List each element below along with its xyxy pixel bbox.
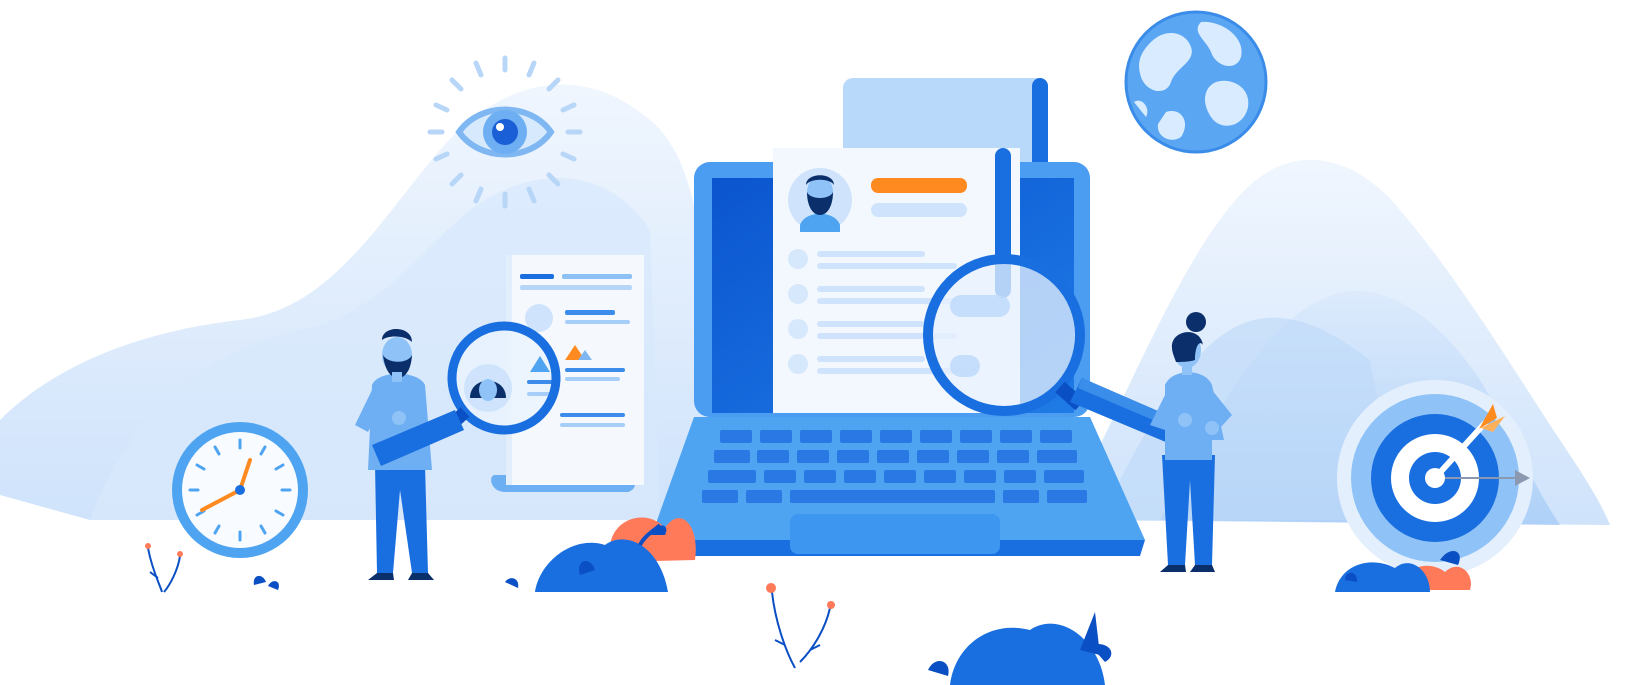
clock-icon — [172, 422, 308, 558]
flower-left — [145, 543, 183, 593]
target-icon — [1337, 380, 1533, 576]
avatar — [788, 168, 852, 232]
leaf-left — [253, 575, 279, 590]
bush-center — [505, 517, 696, 592]
recruitment-illustration — [0, 10, 1610, 685]
globe-icon — [1124, 10, 1268, 154]
flower-center — [766, 583, 835, 669]
bush-bottom — [928, 612, 1112, 685]
